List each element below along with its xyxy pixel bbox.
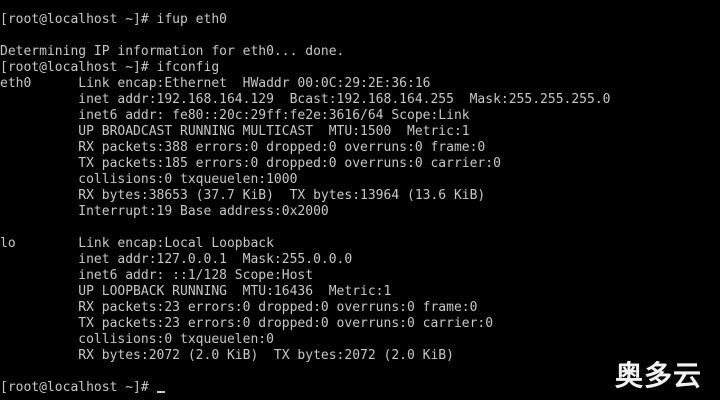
terminal-line-20: TX packets:23 errors:0 dropped:0 overrun…: [0, 316, 494, 331]
terminal-line-11: collisions:0 txqueuelen:1000: [0, 172, 298, 187]
terminal-cursor: [156, 391, 165, 393]
terminal-prompt: [root@localhost ~]#: [0, 380, 157, 395]
terminal-line-7: inet6 addr: fe80::20c:29ff:fe2e:3616/64 …: [0, 108, 470, 123]
terminal-line-18: UP LOOPBACK RUNNING MTU:16436 Metric:1: [0, 284, 392, 299]
terminal-line-19: RX packets:23 errors:0 dropped:0 overrun…: [0, 300, 478, 315]
terminal-screen[interactable]: [root@localhost ~]# ifup eth0 Determinin…: [0, 0, 720, 400]
terminal-line-15: lo Link encap:Local Loopback: [0, 236, 274, 251]
terminal-line-6: inet addr:192.168.164.129 Bcast:192.168.…: [0, 92, 611, 107]
terminal-line-12: RX bytes:38653 (37.7 KiB) TX bytes:13964…: [0, 188, 486, 203]
terminal-line-4: [root@localhost ~]# ifconfig: [0, 60, 220, 75]
terminal-line-5: eth0 Link encap:Ethernet HWaddr 00:0C:29…: [0, 76, 431, 91]
terminal-line-22: RX bytes:2072 (2.0 KiB) TX bytes:2072 (2…: [0, 348, 454, 363]
terminal-line-3: Determining IP information for eth0... d…: [0, 44, 345, 59]
terminal-line-9: RX packets:388 errors:0 dropped:0 overru…: [0, 140, 486, 155]
terminal-line-21: collisions:0 txqueuelen:0: [0, 332, 274, 347]
terminal-prompt-line[interactable]: [root@localhost ~]#: [0, 380, 720, 396]
terminal-line-16: inet addr:127.0.0.1 Mask:255.0.0.0: [0, 252, 353, 267]
terminal-line-8: UP BROADCAST RUNNING MULTICAST MTU:1500 …: [0, 124, 470, 139]
terminal-line-1: [root@localhost ~]# ifup eth0: [0, 12, 227, 27]
terminal-line-14: [0, 220, 720, 236]
terminal-line-17: inet6 addr: ::1/128 Scope:Host: [0, 268, 314, 283]
watermark-logo: 奥多云: [614, 359, 702, 392]
terminal-line-2: [0, 28, 720, 44]
terminal-line-23: [0, 364, 720, 380]
terminal-line-13: Interrupt:19 Base address:0x2000: [0, 204, 329, 219]
terminal-line-10: TX packets:185 errors:0 dropped:0 overru…: [0, 156, 501, 171]
